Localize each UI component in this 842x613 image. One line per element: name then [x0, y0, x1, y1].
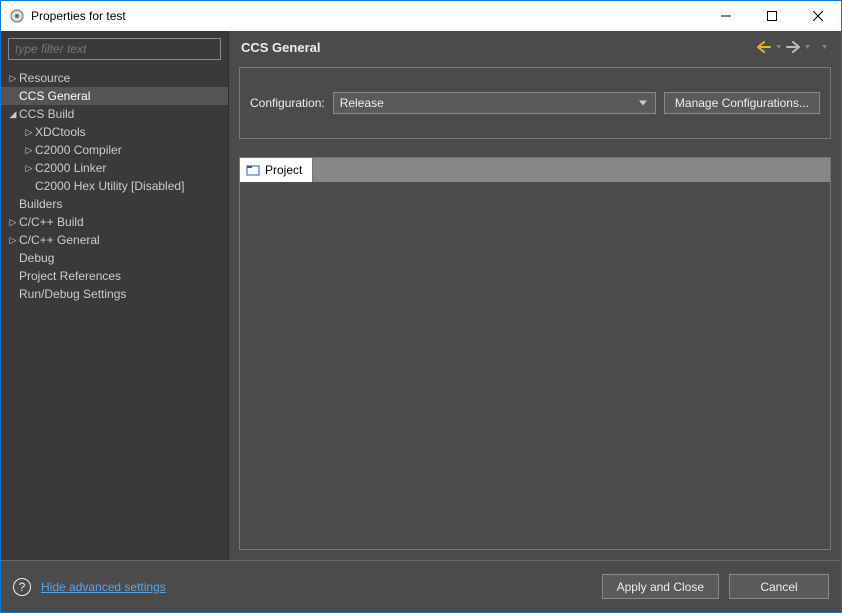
- tree-item[interactable]: ▷C/C++ General: [1, 231, 228, 249]
- project-icon: [246, 163, 260, 177]
- tab-container: Project: [239, 157, 831, 550]
- configuration-select[interactable]: Release: [333, 92, 656, 114]
- tree-item-label: C/C++ General: [19, 233, 100, 247]
- main-panel: CCS General ▼ ▼ ▼ Configuration: Release…: [229, 31, 841, 560]
- tree-item-label: CCS General: [19, 89, 90, 103]
- maximize-button[interactable]: [749, 1, 795, 31]
- help-icon[interactable]: ?: [13, 578, 31, 596]
- tree-item[interactable]: Builders: [1, 195, 228, 213]
- tree-item-label: C2000 Linker: [35, 161, 106, 175]
- chevron-right-icon[interactable]: ▷: [7, 235, 19, 246]
- tab-body: [240, 182, 830, 549]
- content-area: ▷ResourceCCS General◢CCS Build▷XDCtools▷…: [1, 31, 841, 560]
- tree-item-label: Debug: [19, 251, 54, 265]
- tree-item-label: Resource: [19, 71, 70, 85]
- nav-back-icon[interactable]: [756, 39, 772, 55]
- chevron-right-icon[interactable]: ▷: [23, 145, 35, 156]
- toggle-advanced-link[interactable]: Hide advanced settings: [41, 580, 166, 594]
- chevron-right-icon[interactable]: ▷: [23, 163, 35, 174]
- window-controls: [703, 1, 841, 31]
- titlebar: Properties for test: [1, 1, 841, 31]
- tree-item-label: CCS Build: [19, 107, 74, 121]
- nav-back-dropdown[interactable]: ▼: [774, 44, 783, 51]
- filter-input[interactable]: [8, 38, 221, 60]
- chevron-right-icon[interactable]: ▷: [7, 217, 19, 228]
- configuration-box: Configuration: Release Manage Configurat…: [239, 67, 831, 139]
- main-header: CCS General ▼ ▼ ▼: [229, 31, 841, 63]
- tree-item[interactable]: CCS General: [1, 87, 228, 105]
- category-tree[interactable]: ▷ResourceCCS General◢CCS Build▷XDCtools▷…: [1, 67, 228, 560]
- tree-item-label: XDCtools: [35, 125, 86, 139]
- tree-item[interactable]: Debug: [1, 249, 228, 267]
- tree-item-label: C2000 Compiler: [35, 143, 122, 157]
- close-button[interactable]: [795, 1, 841, 31]
- tree-item-label: Run/Debug Settings: [19, 287, 126, 301]
- tree-item[interactable]: ▷C2000 Linker: [1, 159, 228, 177]
- tree-item[interactable]: ▷Resource: [1, 69, 228, 87]
- tree-item-label: Project References: [19, 269, 121, 283]
- configuration-value: Release: [340, 96, 384, 110]
- tree-item[interactable]: Run/Debug Settings: [1, 285, 228, 303]
- nav-forward-dropdown[interactable]: ▼: [803, 44, 812, 51]
- tree-item-label: C2000 Hex Utility [Disabled]: [35, 179, 184, 193]
- tab-project[interactable]: Project: [240, 158, 313, 182]
- tab-label: Project: [265, 163, 302, 177]
- tree-item[interactable]: ▷XDCtools: [1, 123, 228, 141]
- sidebar: ▷ResourceCCS General◢CCS Build▷XDCtools▷…: [1, 31, 229, 560]
- page-title: CCS General: [241, 40, 320, 55]
- nav-forward-icon[interactable]: [785, 39, 801, 55]
- tree-item-label: C/C++ Build: [19, 215, 84, 229]
- apply-and-close-button[interactable]: Apply and Close: [602, 574, 719, 599]
- app-icon: [9, 8, 25, 24]
- footer: ? Hide advanced settings Apply and Close…: [1, 560, 841, 612]
- tree-item[interactable]: Project References: [1, 267, 228, 285]
- chevron-down-icon[interactable]: ◢: [7, 109, 19, 120]
- manage-configurations-button[interactable]: Manage Configurations...: [664, 92, 820, 114]
- configuration-label: Configuration:: [250, 96, 325, 110]
- tree-item[interactable]: ▷C2000 Compiler: [1, 141, 228, 159]
- tree-item[interactable]: ▷C/C++ Build: [1, 213, 228, 231]
- tree-item-label: Builders: [19, 197, 62, 211]
- tree-item[interactable]: ◢CCS Build: [1, 105, 228, 123]
- tabstrip: Project: [240, 158, 830, 182]
- minimize-button[interactable]: [703, 1, 749, 31]
- chevron-right-icon[interactable]: ▷: [23, 127, 35, 138]
- chevron-right-icon[interactable]: ▷: [7, 73, 19, 84]
- cancel-button[interactable]: Cancel: [729, 574, 829, 599]
- window-title: Properties for test: [31, 9, 126, 23]
- nav-menu-dropdown[interactable]: ▼: [820, 44, 829, 51]
- tree-item[interactable]: C2000 Hex Utility [Disabled]: [1, 177, 228, 195]
